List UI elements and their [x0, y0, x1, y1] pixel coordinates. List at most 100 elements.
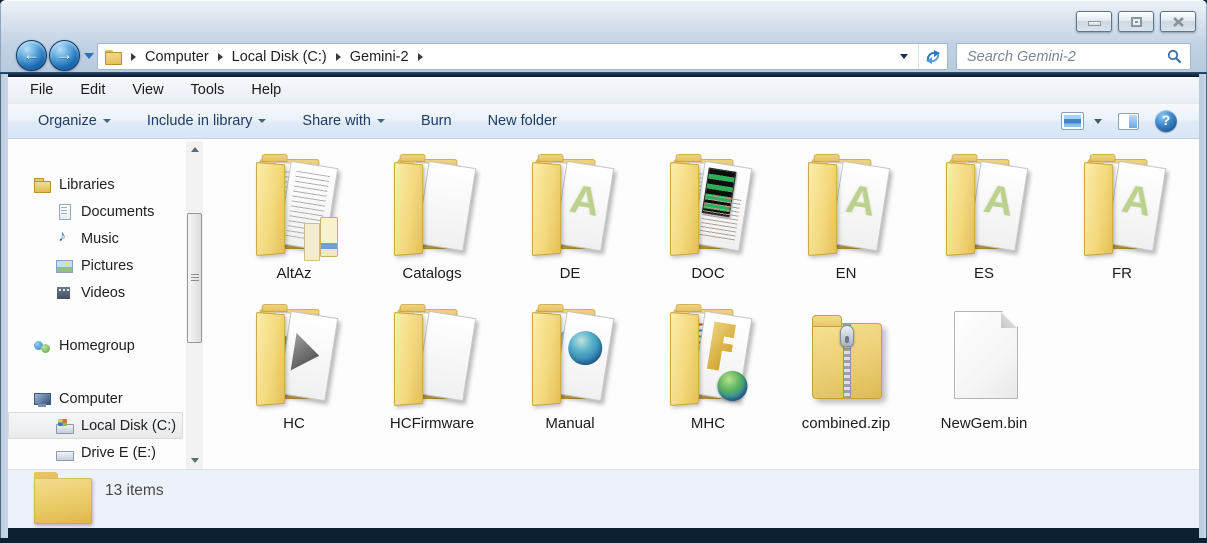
icon-layer [256, 162, 286, 256]
minimize-button[interactable] [1076, 11, 1112, 32]
breadcrumb-separator-icon[interactable] [335, 52, 341, 61]
file-item-es[interactable]: ES [915, 147, 1053, 297]
scroll-up-button[interactable] [186, 141, 203, 158]
breadcrumb-item-gemini-2[interactable]: Gemini-2 [350, 49, 409, 65]
file-label: DE [559, 265, 581, 282]
icon-layer [394, 162, 424, 256]
sidebar-item-documents[interactable]: Documents [8, 198, 183, 225]
command-toolbar: Organize Include in library Share with B… [8, 103, 1199, 139]
sidebar-item-drive-e-e[interactable]: Drive E (E:) [8, 439, 183, 466]
menu-item-edit[interactable]: Edit [76, 80, 109, 100]
menu-item-label: View [132, 82, 164, 98]
sidebar-item-label: Homegroup [59, 337, 135, 354]
scroll-down-button[interactable] [186, 452, 203, 469]
dropdown-caret-icon [258, 119, 267, 123]
file-item-fr[interactable]: FR [1053, 147, 1191, 297]
minimize-icon [1088, 21, 1101, 26]
menu-item-label: File [30, 82, 54, 98]
toolbar-item-organize[interactable]: Organize [38, 113, 111, 129]
file-item-altaz[interactable]: AltAz [225, 147, 363, 297]
icon-layer [954, 311, 1018, 399]
maximize-button[interactable] [1118, 11, 1154, 32]
breadcrumb-separator-icon[interactable] [217, 52, 223, 61]
homegroup-icon [33, 337, 51, 355]
item-count: 13 items [105, 482, 164, 499]
file-item-de[interactable]: DE [501, 147, 639, 297]
file-item-doc[interactable]: DOC [639, 147, 777, 297]
back-arrow-icon: ← [23, 45, 40, 64]
file-item-hcfirmware[interactable]: HCFirmware [363, 297, 501, 447]
sidebar-item-label: Documents [81, 203, 155, 220]
recent-pages-chevron-icon[interactable] [84, 53, 94, 59]
file-item-catalogs[interactable]: Catalogs [363, 147, 501, 297]
menu-item-file[interactable]: File [26, 80, 57, 100]
search-icon[interactable] [1167, 49, 1182, 64]
file-label: FR [1112, 265, 1132, 282]
computer-icon [33, 390, 51, 408]
pictures-icon [55, 257, 73, 275]
file-label: HCFirmware [389, 415, 475, 432]
scrollbar-thumb[interactable] [187, 213, 202, 343]
sidebar-item-pictures[interactable]: Pictures [8, 252, 183, 279]
icon-layer [946, 162, 976, 256]
file-label: DOC [691, 265, 725, 282]
file-item-manual[interactable]: Manual [501, 297, 639, 447]
help-icon[interactable] [1155, 110, 1177, 132]
sidebar-item-music[interactable]: Music [8, 225, 183, 252]
menu-item-help[interactable]: Help [247, 80, 285, 100]
forward-button[interactable]: → [49, 40, 80, 71]
window-frame-left [0, 74, 8, 538]
file-item-hc[interactable]: HC [225, 297, 363, 447]
icon-layer [532, 312, 562, 406]
change-view-caret-icon[interactable] [1094, 118, 1102, 124]
folder-pdf-icon [794, 155, 898, 263]
menu-item-view[interactable]: View [128, 80, 167, 100]
sidebar-item-label: Computer [59, 390, 123, 407]
toolbar-item-burn[interactable]: Burn [421, 113, 452, 129]
zip-icon [794, 305, 898, 413]
sidebar-item-computer[interactable]: Computer [8, 385, 183, 412]
file-item-combined-zip[interactable]: combined.zip [777, 297, 915, 447]
breadcrumb-item-local-disk-c[interactable]: Local Disk (C:) [232, 49, 327, 65]
details-pane: 13 items [8, 469, 1199, 528]
sidebar-scrollbar[interactable] [186, 141, 203, 469]
search-input[interactable] [965, 47, 1167, 66]
back-button[interactable]: ← [16, 40, 47, 71]
search-box [956, 43, 1191, 70]
forward-arrow-icon: → [56, 45, 73, 64]
file-label: MHC [690, 415, 726, 432]
folder-blank-icon [380, 305, 484, 413]
breadcrumb-separator-icon[interactable] [417, 52, 423, 61]
file-item-en[interactable]: EN [777, 147, 915, 297]
file-label: AltAz [276, 265, 312, 282]
toolbar-item-label: Organize [38, 113, 97, 129]
scroll-up-icon [190, 147, 199, 152]
sidebar-item-label: Local Disk (C:) [81, 417, 177, 434]
breadcrumb-item-computer[interactable]: Computer [145, 49, 209, 65]
toolbar-view-controls [1061, 110, 1177, 132]
sidebar-item-homegroup[interactable]: Homegroup [8, 332, 183, 359]
folder-pdf-icon [518, 155, 622, 263]
refresh-button[interactable] [918, 44, 947, 69]
disk-icon [55, 417, 74, 435]
sidebar-item-libraries[interactable]: Libraries [8, 171, 183, 198]
close-button[interactable] [1160, 11, 1196, 32]
toolbar-item-include-in-library[interactable]: Include in library [147, 113, 267, 129]
file-item-newgem-bin[interactable]: NewGem.bin [915, 297, 1053, 447]
file-item-mhc[interactable]: MHC [639, 297, 777, 447]
refresh-icon [926, 49, 940, 64]
toolbar-item-share-with[interactable]: Share with [302, 113, 385, 129]
close-icon [1173, 17, 1184, 27]
address-bar[interactable]: Computer Local Disk (C:) Gemini-2 [97, 43, 948, 70]
change-view-icon[interactable] [1061, 112, 1084, 130]
window-frame-bottom [0, 528, 1207, 538]
menu-item-tools[interactable]: Tools [187, 80, 229, 100]
file-grid: AltAz Catalogs DE DOC EN ES FR HC HCFirm… [225, 147, 1199, 447]
address-dropdown-icon[interactable] [900, 54, 908, 59]
icon-layer [840, 325, 854, 347]
music-icon [55, 228, 73, 248]
sidebar-item-local-disk-c[interactable]: Local Disk (C:) [8, 412, 183, 439]
preview-pane-icon[interactable] [1118, 112, 1139, 130]
toolbar-item-new-folder[interactable]: New folder [488, 113, 557, 129]
sidebar-item-videos[interactable]: Videos [8, 279, 183, 306]
